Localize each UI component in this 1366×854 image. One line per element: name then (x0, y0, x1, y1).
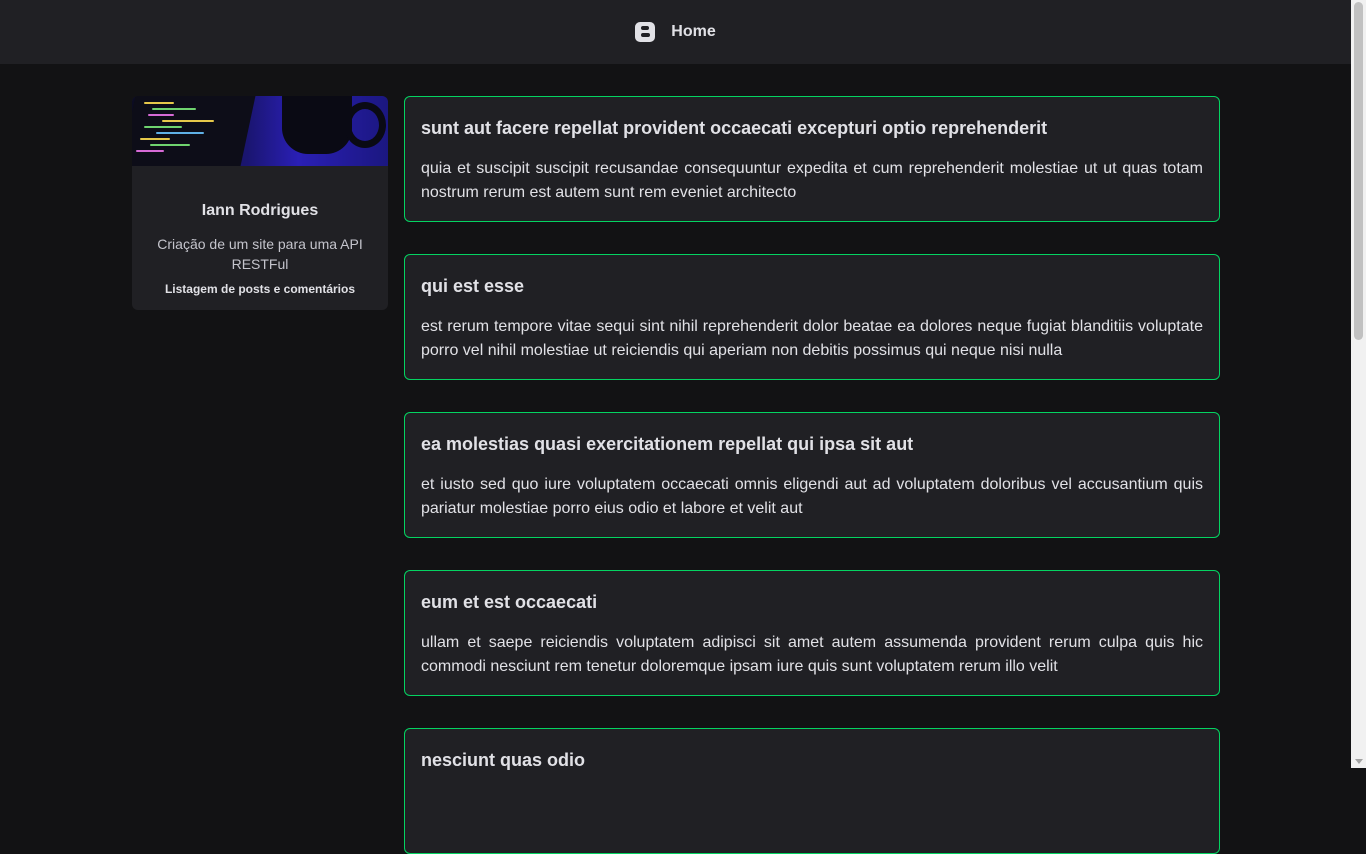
profile-description: Criação de um site para uma API RESTFul (157, 236, 363, 272)
scroll-down-arrow-icon[interactable] (1355, 759, 1363, 764)
post-body: et iusto sed quo iure voluptatem occaeca… (421, 476, 1203, 517)
profile-name: Iann Rodrigues (201, 202, 319, 219)
home-link[interactable]: Home (635, 22, 716, 42)
post-body: ullam et saepe reiciendis voluptatem adi… (421, 634, 1203, 675)
post-body: est rerum tempore vitae sequi sint nihil… (421, 318, 1203, 359)
header-title: Home (671, 23, 716, 40)
page-scrollbar[interactable] (1351, 0, 1366, 768)
post-card[interactable]: nesciunt quas odio (404, 728, 1220, 854)
profile-subtitle: Listagem de posts e comentários (164, 282, 356, 296)
post-body: quia et suscipit suscipit recusandae con… (421, 160, 1203, 201)
post-card[interactable]: sunt aut facere repellat provident occae… (404, 96, 1220, 222)
post-card[interactable]: eum et est occaecati ullam et saepe reic… (404, 570, 1220, 696)
post-title: qui est esse (421, 276, 525, 296)
profile-cover-image (132, 96, 388, 166)
post-card[interactable]: qui est esse est rerum tempore vitae seq… (404, 254, 1220, 380)
top-header: Home (0, 0, 1351, 64)
blogger-icon (635, 22, 656, 42)
profile-card: Iann Rodrigues Criação de um site para u… (132, 96, 388, 310)
post-title: ea molestias quasi exercitationem repell… (421, 434, 914, 454)
scrollbar-thumb[interactable] (1354, 2, 1363, 340)
post-card[interactable]: ea molestias quasi exercitationem repell… (404, 412, 1220, 538)
post-title: sunt aut facere repellat provident occae… (421, 118, 1048, 138)
post-title: eum et est occaecati (421, 592, 598, 612)
